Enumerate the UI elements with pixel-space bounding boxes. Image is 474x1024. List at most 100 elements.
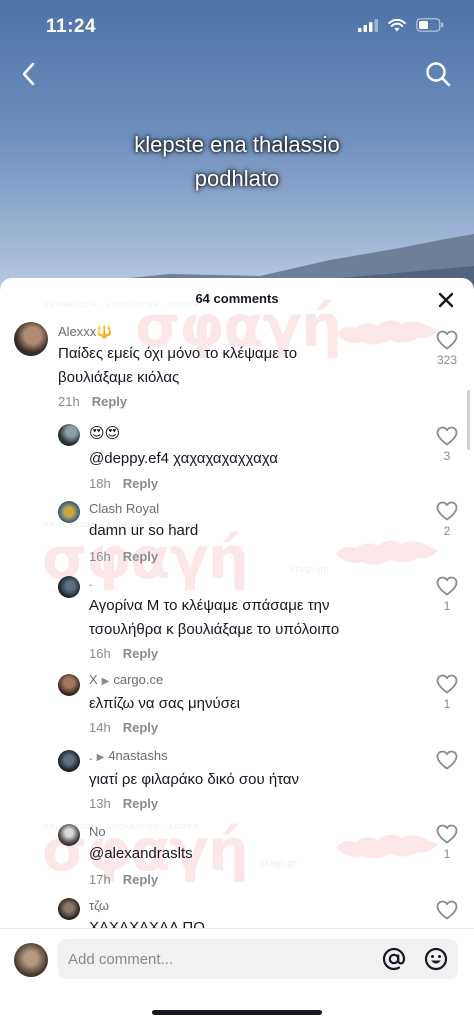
like-button[interactable]: 2 [432, 501, 462, 538]
reply-arrow-icon: ▶ [96, 752, 105, 763]
like-button[interactable]: 1 [432, 824, 462, 861]
like-count: 3 [443, 449, 451, 463]
reply-button[interactable]: Reply [123, 872, 158, 887]
heart-outline-icon [436, 576, 458, 596]
like-button[interactable]: 323 [432, 330, 462, 367]
comment-input-box[interactable] [58, 939, 458, 979]
heart-outline-icon [436, 501, 458, 521]
reply-to-username[interactable]: 4nastashs [108, 748, 167, 763]
comment-time: 17h [89, 872, 111, 887]
comment-time: 14h [89, 720, 111, 735]
reply-button[interactable]: Reply [123, 796, 158, 811]
like-button[interactable] [432, 750, 462, 770]
like-count: 1 [443, 599, 451, 613]
battery-icon [416, 18, 444, 32]
status-time: 11:24 [46, 16, 97, 37]
comment-count: 64 comments [195, 291, 279, 306]
comment-meta: 16h Reply [89, 549, 158, 564]
comment-item: 😍😍 @deppy.ef4 χαχαχαχαχχαχα 18h Reply 3 [0, 422, 474, 492]
comment-item: No @alexandraslts 17h Reply 1 [0, 822, 474, 888]
avatar[interactable] [58, 576, 80, 598]
status-icons [358, 18, 444, 32]
like-count: 323 [436, 353, 458, 367]
reply-arrow-icon: ▶ [101, 676, 110, 687]
comment-meta: 17h Reply [89, 872, 158, 887]
comment-time: 21h [58, 394, 80, 409]
comment-time: 16h [89, 549, 111, 564]
heart-outline-icon [436, 426, 458, 446]
reply-button[interactable]: Reply [92, 394, 127, 409]
comment-list[interactable]: Alexxx🔱 Παίδες εμείς όχι μόνο το κλέψαμε… [0, 320, 474, 928]
reply-button[interactable]: Reply [123, 720, 158, 735]
avatar[interactable] [58, 674, 80, 696]
comment-text: @deppy.ef4 χαχαχαχαχχαχα [89, 450, 278, 467]
comment-emoji: 😍😍 [89, 425, 121, 442]
signal-icon [358, 18, 378, 32]
avatar[interactable] [14, 322, 48, 356]
comment-meta: 13h Reply [89, 796, 158, 811]
comment-username[interactable]: . [89, 574, 93, 589]
reply-button[interactable]: Reply [123, 476, 158, 491]
close-icon [438, 292, 454, 308]
username-text[interactable]: X [89, 672, 98, 687]
comment-meta: 14h Reply [89, 720, 158, 735]
comment-item: τζω ΧΑΧΑΧΑΧΑΛ ΠΟ [0, 898, 474, 928]
like-button[interactable]: 3 [432, 426, 462, 463]
like-button[interactable] [432, 900, 462, 920]
reply-to-username[interactable]: cargo.ce [113, 672, 163, 687]
at-icon[interactable] [382, 947, 406, 971]
search-button[interactable] [422, 58, 454, 90]
comment-text: Παίδες εμείς όχι μόνο το κλέψαμε το [58, 345, 298, 362]
comments-sheet: 64 comments ΕΝΗΜΕΡΩΣΗ · ΑΠΟΚΑΛΥΨΗ · ΑΠΟΨ… [0, 278, 474, 1024]
comment-meta: 18h Reply [89, 476, 158, 491]
comment-text: @alexandraslts [89, 845, 193, 862]
heart-outline-icon [436, 900, 458, 920]
video-caption: klepste ena thalassio podhlato [0, 128, 474, 196]
close-button[interactable] [434, 288, 458, 312]
reply-button[interactable]: Reply [123, 646, 158, 661]
back-button[interactable] [14, 58, 42, 90]
caption-line-1: klepste ena thalassio [134, 132, 340, 157]
avatar[interactable] [58, 501, 80, 523]
comment-username: . ▶ 4nastashs [89, 748, 168, 763]
top-navigation [0, 56, 474, 96]
heart-outline-icon [436, 330, 458, 350]
comment-item: . ▶ 4nastashs γιατί ρε φιλαράκο δικό σου ή… [0, 748, 474, 814]
comment-username[interactable]: No [89, 824, 106, 839]
comment-item: . Αγορίνα Μ το κλέψαμε σπάσαμε την τσουλ… [0, 574, 474, 664]
comment-text: ΧΑΧΑΧΑΧΑΛ ΠΟ [89, 919, 205, 928]
comment-text: ελπίζω να σας μηνύσει [89, 695, 240, 712]
comment-time: 13h [89, 796, 111, 811]
reply-button[interactable]: Reply [123, 549, 158, 564]
comment-username[interactable]: Alexxx🔱 [58, 324, 112, 340]
smiley-icon[interactable] [424, 947, 448, 971]
comment-username[interactable]: Clash Royal [89, 501, 159, 516]
status-bar: 11:24 [0, 0, 474, 54]
comment-time: 18h [89, 476, 111, 491]
comment-text: βουλιάξαμε κιόλας [58, 369, 180, 386]
caption-line-2: podhlato [194, 166, 280, 191]
avatar[interactable] [58, 898, 80, 920]
avatar[interactable] [58, 750, 80, 772]
user-avatar[interactable] [14, 943, 48, 977]
chevron-left-icon [22, 62, 35, 86]
avatar[interactable] [58, 424, 80, 446]
like-button[interactable]: 1 [432, 674, 462, 711]
sheet-header: 64 comments [0, 278, 474, 320]
comment-input[interactable] [68, 950, 368, 968]
username-text[interactable]: . [89, 748, 93, 763]
like-count: 1 [443, 697, 451, 711]
comment-item: X ▶ cargo.ce ελπίζω να σας μηνύσει 14h Repl… [0, 672, 474, 738]
avatar[interactable] [58, 824, 80, 846]
heart-outline-icon [436, 824, 458, 844]
search-icon [426, 62, 451, 87]
comment-text: γιατί ρε φιλαράκο δικό σου ήταν [89, 771, 300, 788]
comment-text: damn ur so hard [89, 522, 199, 539]
like-count: 2 [443, 524, 451, 538]
comment-text: τσουλήθρα κ βουλιάξαμε το υπόλοιπο [89, 621, 340, 638]
home-indicator[interactable] [152, 1010, 322, 1015]
like-button[interactable]: 1 [432, 576, 462, 613]
comment-text: Αγορίνα Μ το κλέψαμε σπάσαμε την [89, 597, 330, 614]
comment-username[interactable]: τζω [89, 898, 109, 913]
heart-outline-icon [436, 674, 458, 694]
